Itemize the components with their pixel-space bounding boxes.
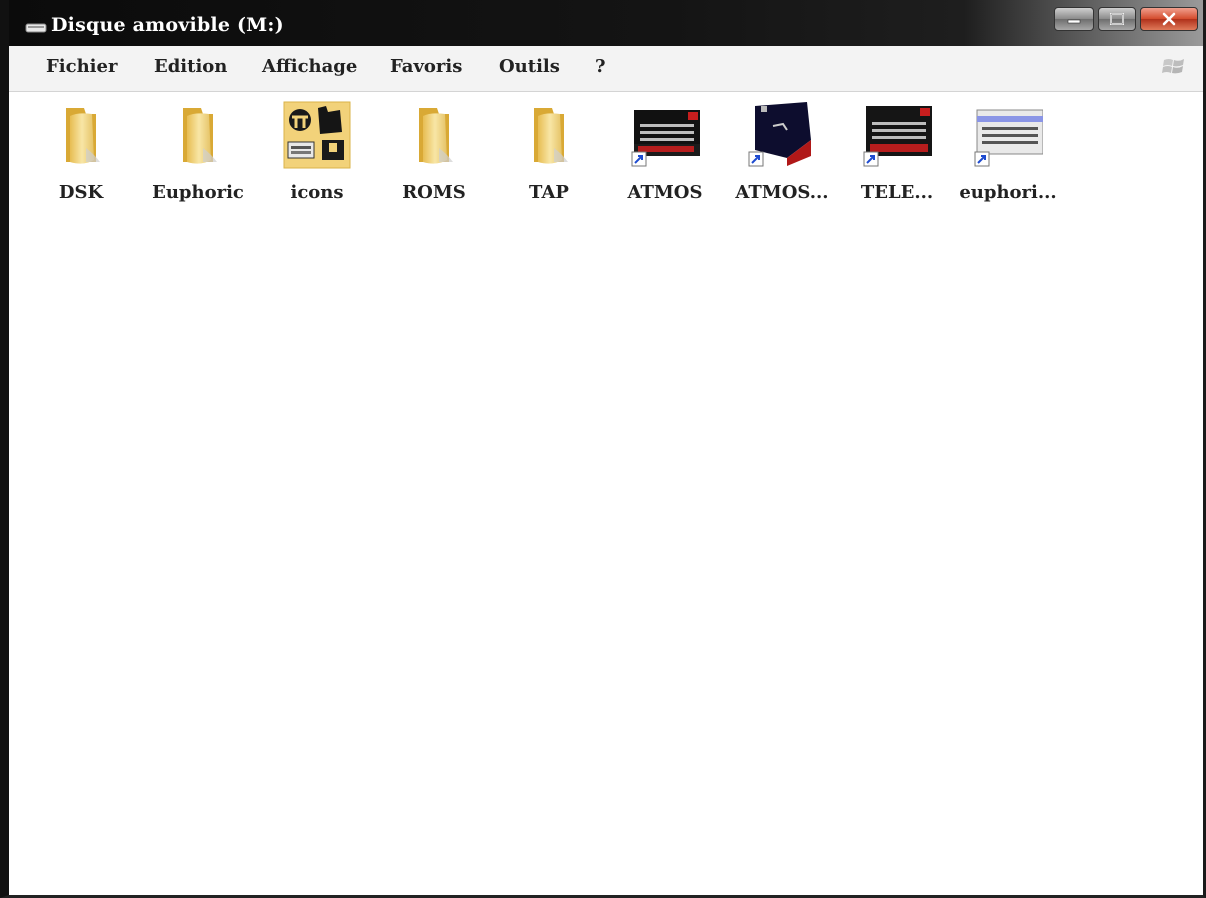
telestrat-keyboard-shortcut-icon <box>863 106 932 167</box>
file-label: DSK <box>58 182 104 203</box>
windows-logo-icon <box>1162 59 1184 74</box>
menu-bar: Fichier Edition Affichage Favoris Outils… <box>9 46 1203 92</box>
menu-outils[interactable]: Outils <box>499 56 560 77</box>
file-label: ROMS <box>402 182 466 203</box>
title-bar[interactable]: Disque amovible (M:) <box>9 0 1203 46</box>
file-item-atmos-2[interactable]: ATMOS... <box>727 100 837 210</box>
file-list-area[interactable]: DSK Euphoric icons ROMS TAP ATMOS ATMOS.… <box>9 92 1203 895</box>
file-item-tap[interactable]: TAP <box>494 100 604 210</box>
file-item-dsk[interactable]: DSK <box>26 100 136 210</box>
file-label: TAP <box>529 182 569 203</box>
folder-icon <box>534 108 568 164</box>
file-item-icons[interactable]: icons <box>262 100 372 210</box>
file-item-atmos[interactable]: ATMOS <box>610 100 720 210</box>
folder-icon <box>183 108 217 164</box>
maximize-icon <box>1110 13 1124 25</box>
menu-fichier[interactable]: Fichier <box>46 56 117 77</box>
file-label: ATMOS <box>627 182 703 203</box>
close-icon <box>1162 12 1176 26</box>
removable-drive-icon <box>25 23 47 33</box>
atmos-computer-shortcut-icon <box>748 102 811 167</box>
file-item-euphoric[interactable]: Euphoric <box>143 100 253 210</box>
euphoric-keyboard-shortcut-icon <box>974 109 1043 167</box>
file-item-roms[interactable]: ROMS <box>379 100 489 210</box>
icons-folder-thumbnail <box>283 101 351 169</box>
file-item-tele[interactable]: TELE... <box>842 100 952 210</box>
menu-affichage[interactable]: Affichage <box>262 56 357 77</box>
atmos-keyboard-shortcut-icon <box>631 110 700 167</box>
folder-icon <box>66 108 100 164</box>
file-label: Euphoric <box>152 182 244 203</box>
explorer-window: Disque amovible (M:) Fichier Edition Aff… <box>0 0 1206 898</box>
menu-edition[interactable]: Edition <box>154 56 227 77</box>
menu-favoris[interactable]: Favoris <box>390 56 462 77</box>
minimize-button[interactable] <box>1054 7 1094 31</box>
file-label: ATMOS... <box>735 182 829 203</box>
maximize-button[interactable] <box>1098 7 1136 31</box>
file-label: euphori... <box>959 182 1057 203</box>
file-item-euphoric-shortcut[interactable]: euphori... <box>953 100 1063 210</box>
folder-icon <box>419 108 453 164</box>
minimize-icon <box>1067 19 1081 24</box>
file-label: TELE... <box>860 182 934 203</box>
close-button[interactable] <box>1140 7 1198 31</box>
menu-help[interactable]: ? <box>595 56 606 77</box>
window-title: Disque amovible (M:) <box>51 14 284 36</box>
file-label: icons <box>290 182 344 203</box>
